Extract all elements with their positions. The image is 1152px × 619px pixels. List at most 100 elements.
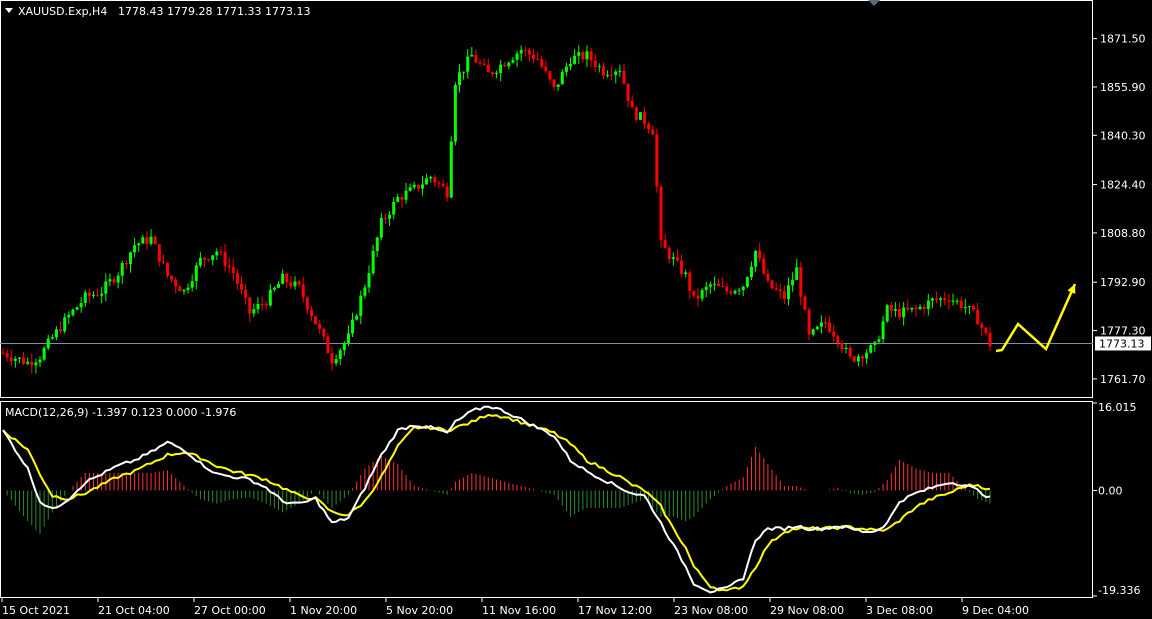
time-tick-label: 15 Oct 2021 <box>2 604 70 617</box>
candle-body <box>272 287 276 290</box>
candle-body <box>318 324 322 329</box>
candle-body <box>437 182 441 184</box>
candle-body <box>124 263 128 265</box>
price-tick-label: 1761.70 <box>1100 373 1146 386</box>
candle-body <box>527 49 531 55</box>
candle-body <box>910 307 914 310</box>
candle-body <box>532 54 536 60</box>
candle-body <box>803 296 807 310</box>
candle-body <box>392 201 396 215</box>
macd-tick-label: -19.336 <box>1098 584 1140 597</box>
time-tick-label: 17 Nov 12:00 <box>578 604 652 617</box>
candle-body <box>914 307 918 309</box>
candle-body <box>91 294 95 296</box>
candle-body <box>71 309 75 315</box>
candle-body <box>194 265 198 282</box>
candle-body <box>708 284 712 287</box>
candle-body <box>441 183 445 187</box>
candle-body <box>898 308 902 318</box>
chart-canvas[interactable]: XAUUSD.Exp,H4 1778.43 1779.28 1771.33 17… <box>0 0 1152 619</box>
candle-body <box>840 343 844 350</box>
candle-body <box>359 295 363 316</box>
candle-body <box>935 298 939 300</box>
candle-body <box>293 281 297 287</box>
candle-body <box>741 286 745 291</box>
candle-body <box>815 326 819 330</box>
candle-body <box>737 290 741 292</box>
candle-body <box>190 281 194 288</box>
candle-body <box>462 71 466 73</box>
candle-body <box>87 292 91 296</box>
candle-body <box>301 284 305 298</box>
price-tick-label: 1824.40 <box>1100 179 1146 192</box>
candle-body <box>659 186 663 240</box>
candle-body <box>351 319 355 334</box>
candle-body <box>363 287 367 296</box>
candle-body <box>733 290 737 294</box>
candle-body <box>490 72 494 74</box>
candle-body <box>371 250 375 274</box>
candle-body <box>692 290 696 296</box>
time-tick-label: 1 Nov 20:00 <box>290 604 357 617</box>
candle-body <box>634 107 638 120</box>
candle-body <box>782 291 786 299</box>
candle-body <box>560 71 564 85</box>
candle-body <box>404 190 408 200</box>
candle-body <box>116 275 120 283</box>
candle-body <box>22 357 26 364</box>
price-tick-label: 1840.30 <box>1100 129 1146 142</box>
candle-body <box>429 176 433 179</box>
candle-body <box>663 239 667 249</box>
candle-body <box>976 309 980 325</box>
candle-body <box>951 300 955 302</box>
candle-body <box>680 260 684 275</box>
time-tick-label: 21 Oct 04:00 <box>98 604 170 617</box>
candle-body <box>643 112 647 124</box>
candle-body <box>355 315 359 320</box>
candle-body <box>552 79 556 87</box>
candle-body <box>918 306 922 309</box>
candle-body <box>540 59 544 67</box>
candle-body <box>96 294 100 296</box>
candle-body <box>285 273 289 283</box>
candle-body <box>5 353 9 358</box>
macd-tick-label: 0.00 <box>1098 484 1123 497</box>
candle-body <box>252 309 256 314</box>
candle-body <box>375 237 379 251</box>
candle-body <box>457 72 461 85</box>
candle-body <box>260 303 264 305</box>
candle-body <box>264 304 268 306</box>
candle-body <box>799 267 803 297</box>
candle-body <box>536 59 540 61</box>
candle-body <box>420 184 424 189</box>
candle-body <box>59 329 63 332</box>
candle-body <box>593 60 597 68</box>
candle-body <box>425 178 429 185</box>
candle-body <box>655 134 659 187</box>
candle-body <box>519 49 523 54</box>
candle-body <box>297 281 301 285</box>
candle-body <box>383 218 387 220</box>
candle-body <box>30 361 34 366</box>
candle-body <box>667 248 671 260</box>
time-tick-label: 29 Nov 08:00 <box>770 604 844 617</box>
candle-body <box>342 343 346 351</box>
candle-body <box>157 244 161 262</box>
candle-body <box>170 275 174 280</box>
candle-body <box>515 53 519 60</box>
candle-body <box>75 307 79 310</box>
candle-body <box>601 66 605 76</box>
candle-body <box>856 356 860 362</box>
time-tick-label: 23 Nov 08:00 <box>674 604 748 617</box>
candle-body <box>305 297 309 310</box>
candle-body <box>972 306 976 310</box>
candle-body <box>203 257 207 260</box>
symbol-label: XAUUSD.Exp,H4 <box>18 5 107 18</box>
candle-body <box>614 71 618 76</box>
candle-body <box>766 273 770 281</box>
candle-body <box>120 263 124 276</box>
candle-body <box>486 64 490 73</box>
candle-body <box>149 236 153 244</box>
candle-body <box>786 285 790 299</box>
candle-body <box>712 283 716 285</box>
